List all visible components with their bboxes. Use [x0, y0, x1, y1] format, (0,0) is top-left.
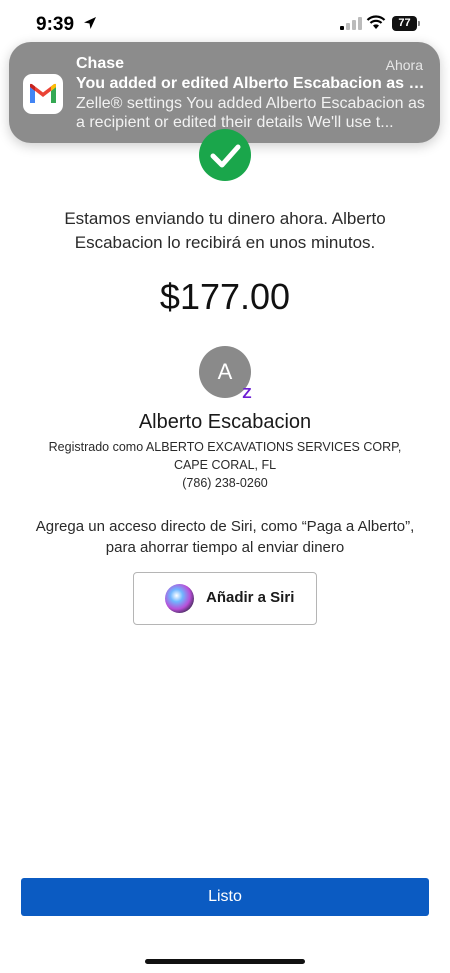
- recipient-registration: Registrado como ALBERTO EXCAVATIONS SERV…: [40, 438, 410, 492]
- status-time: 9:39: [36, 14, 75, 35]
- battery-indicator: 77: [392, 16, 417, 31]
- zelle-badge-icon: Z: [242, 385, 252, 402]
- notification-title: You added or edited Alberto Escabacion a…: [76, 75, 428, 92]
- location-arrow-icon: [84, 17, 96, 29]
- add-to-siri-label: Añadir a Siri: [206, 589, 295, 606]
- payment-amount: $177.00: [159, 276, 291, 317]
- siri-shortcut-prompt: Agrega un acceso directo de Siri, como “…: [35, 518, 415, 556]
- gmail-notification-banner[interactable]: Chase Ahora You added or edited Alberto …: [9, 42, 440, 143]
- done-button[interactable]: Listo: [21, 878, 429, 916]
- status-bar: 9:39 77: [0, 0, 450, 48]
- recipient-name: Alberto Escabacion: [138, 411, 312, 433]
- add-to-siri-button[interactable]: Añadir a Siri: [133, 572, 317, 625]
- recipient-phone: (786) 238-0260: [182, 476, 268, 490]
- notification-body: Zelle® settings You added Alberto Escaba…: [76, 95, 425, 131]
- siri-icon: [165, 584, 194, 613]
- success-check-icon: [199, 129, 251, 181]
- home-indicator[interactable]: [145, 959, 305, 964]
- notification-app-name: Chase: [76, 55, 125, 72]
- wifi-icon: [366, 15, 386, 29]
- registered-line-1: Registrado como ALBERTO EXCAVATIONS SERV…: [48, 440, 402, 454]
- gmail-icon: [23, 74, 63, 114]
- cellular-signal-icon: [340, 17, 362, 30]
- registered-line-2: CAPE CORAL, FL: [173, 458, 277, 472]
- notification-time: Ahora: [385, 57, 423, 73]
- confirmation-message: Estamos enviando tu dinero ahora. Albert…: [64, 209, 386, 252]
- battery-cap: [418, 21, 420, 26]
